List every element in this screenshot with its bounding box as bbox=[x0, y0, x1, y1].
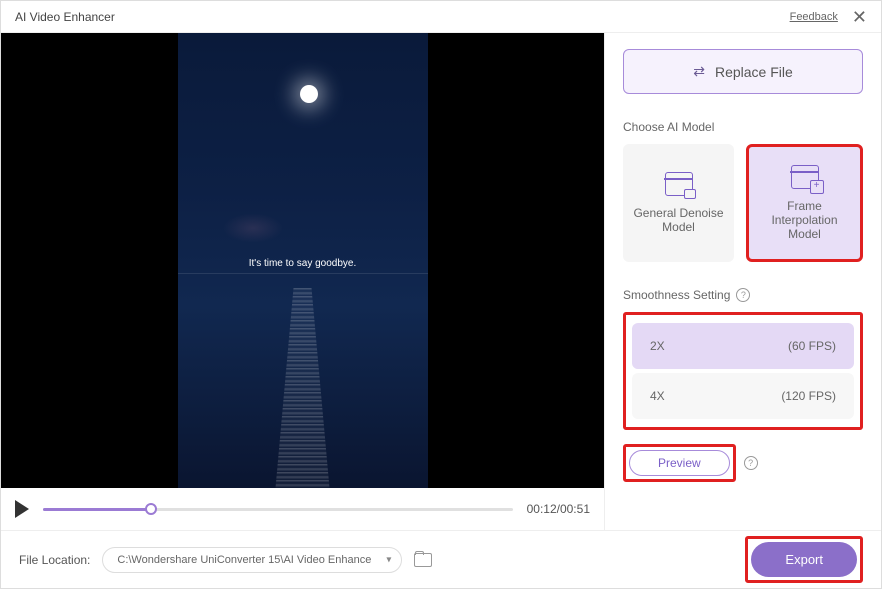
clouds-graphic bbox=[223, 213, 283, 243]
file-location-label: File Location: bbox=[19, 553, 90, 567]
seek-slider[interactable] bbox=[43, 508, 513, 511]
reflection-graphic bbox=[273, 288, 333, 488]
swap-icon: ⇄ bbox=[693, 63, 705, 80]
folder-icon[interactable] bbox=[414, 553, 432, 567]
smooth-fps-0: (60 FPS) bbox=[788, 339, 836, 353]
smooth-mult-1: 4X bbox=[650, 389, 665, 403]
smoothness-2x[interactable]: 2X (60 FPS) bbox=[632, 323, 854, 369]
smoothness-options: 2X (60 FPS) 4X (120 FPS) bbox=[623, 312, 863, 430]
video-preview: It's time to say goodbye. bbox=[1, 33, 604, 488]
seek-fill bbox=[43, 508, 151, 511]
title-bar: AI Video Enhancer Feedback ✕ bbox=[1, 1, 881, 33]
export-highlight: Export bbox=[745, 536, 863, 583]
play-icon[interactable] bbox=[15, 500, 29, 518]
video-frame: It's time to say goodbye. bbox=[178, 33, 428, 488]
model-denoise-label: General Denoise Model bbox=[631, 206, 726, 234]
moon-graphic bbox=[300, 85, 318, 103]
help-icon[interactable]: ? bbox=[744, 456, 758, 470]
smoothness-section-label: Smoothness Setting ? bbox=[623, 288, 863, 302]
model-denoise[interactable]: General Denoise Model bbox=[623, 144, 734, 262]
seek-thumb[interactable] bbox=[145, 503, 157, 515]
interpolation-icon bbox=[791, 165, 819, 189]
denoise-icon bbox=[665, 172, 693, 196]
playback-bar: 00:12/00:51 bbox=[1, 488, 604, 530]
bottom-bar: File Location: C:\Wondershare UniConvert… bbox=[1, 530, 881, 588]
model-interp-label: Frame Interpolation Model bbox=[757, 199, 852, 241]
smoothness-4x[interactable]: 4X (120 FPS) bbox=[632, 373, 854, 419]
replace-file-label: Replace File bbox=[715, 64, 793, 80]
model-section-label: Choose AI Model bbox=[623, 120, 863, 134]
smooth-fps-1: (120 FPS) bbox=[781, 389, 836, 403]
file-location-select[interactable]: C:\Wondershare UniConverter 15\AI Video … bbox=[102, 547, 402, 573]
help-icon[interactable]: ? bbox=[736, 288, 750, 302]
preview-highlight: Preview bbox=[623, 444, 736, 482]
window-title: AI Video Enhancer bbox=[15, 10, 790, 24]
replace-file-button[interactable]: ⇄ Replace File bbox=[623, 49, 863, 94]
time-display: 00:12/00:51 bbox=[527, 502, 590, 516]
close-icon[interactable]: ✕ bbox=[852, 8, 867, 26]
smooth-mult-0: 2X bbox=[650, 339, 665, 353]
export-button[interactable]: Export bbox=[751, 542, 857, 577]
video-caption: It's time to say goodbye. bbox=[178, 258, 428, 269]
file-location-path: C:\Wondershare UniConverter 15\AI Video … bbox=[117, 554, 371, 566]
horizon-line bbox=[178, 273, 428, 274]
preview-button[interactable]: Preview bbox=[629, 450, 730, 476]
model-frame-interpolation[interactable]: Frame Interpolation Model bbox=[746, 144, 863, 262]
feedback-link[interactable]: Feedback bbox=[790, 11, 838, 23]
